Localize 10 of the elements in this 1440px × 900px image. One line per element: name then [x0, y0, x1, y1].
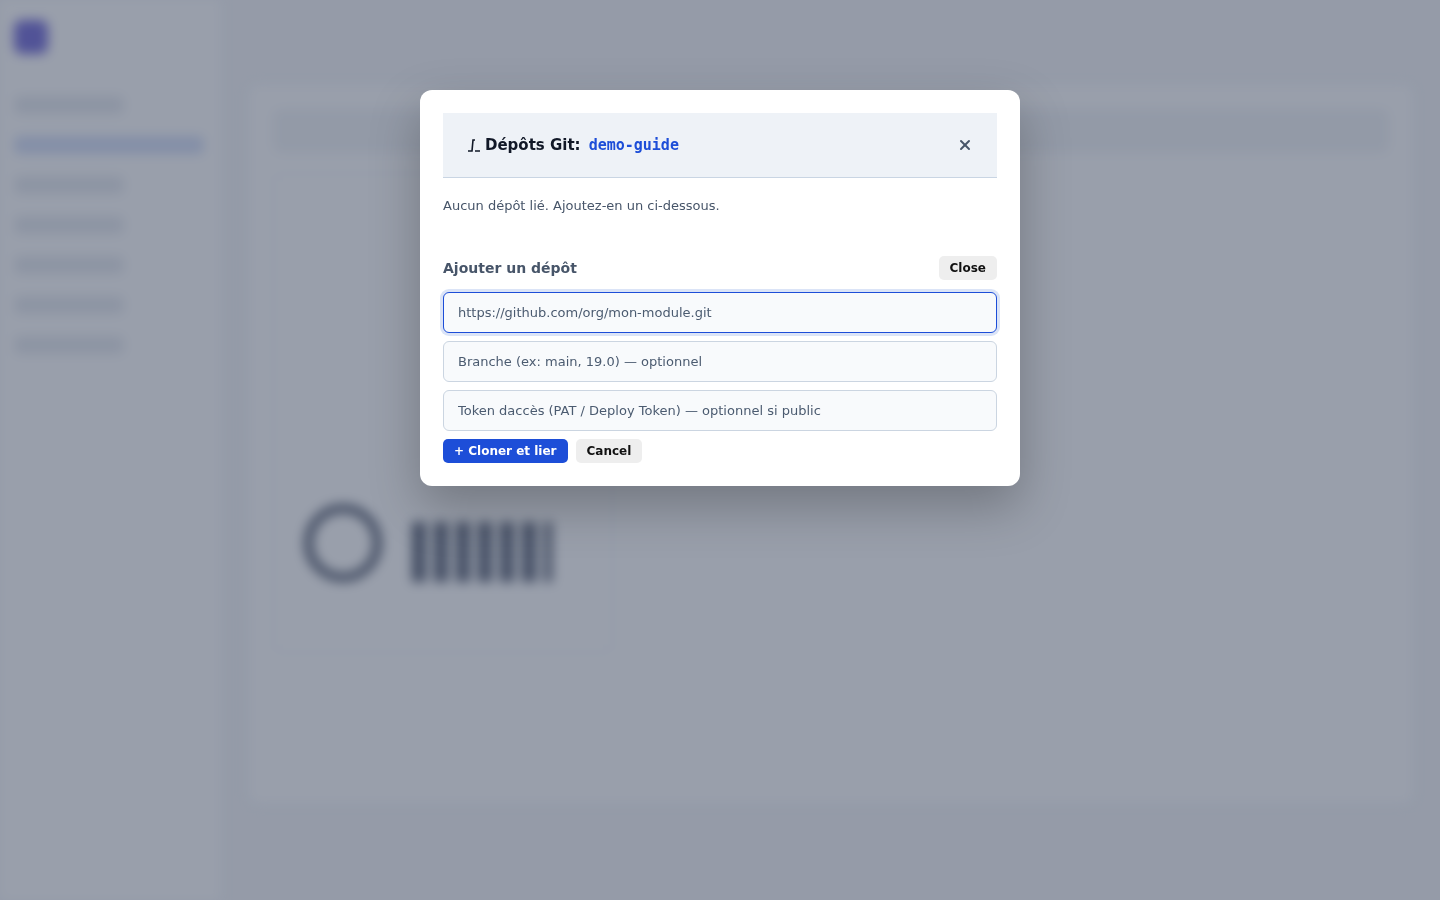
repo-name: demo-guide: [588, 136, 679, 154]
section-title: Ajouter un dépôt: [443, 260, 577, 276]
close-button[interactable]: Close: [938, 256, 997, 280]
clone-button[interactable]: + Cloner et lier: [443, 439, 568, 463]
close-icon[interactable]: [957, 137, 973, 153]
squiggle-icon: [467, 138, 481, 152]
empty-message: Aucun dépôt lié. Ajoutez-en un ci-dessous.: [443, 198, 721, 213]
input-field[interactable]: https://github.com/org/mon-module.git: [443, 292, 997, 333]
cancel-button[interactable]: Cancel: [575, 439, 643, 463]
dialog-title: Dépôts Git:: [485, 136, 581, 154]
